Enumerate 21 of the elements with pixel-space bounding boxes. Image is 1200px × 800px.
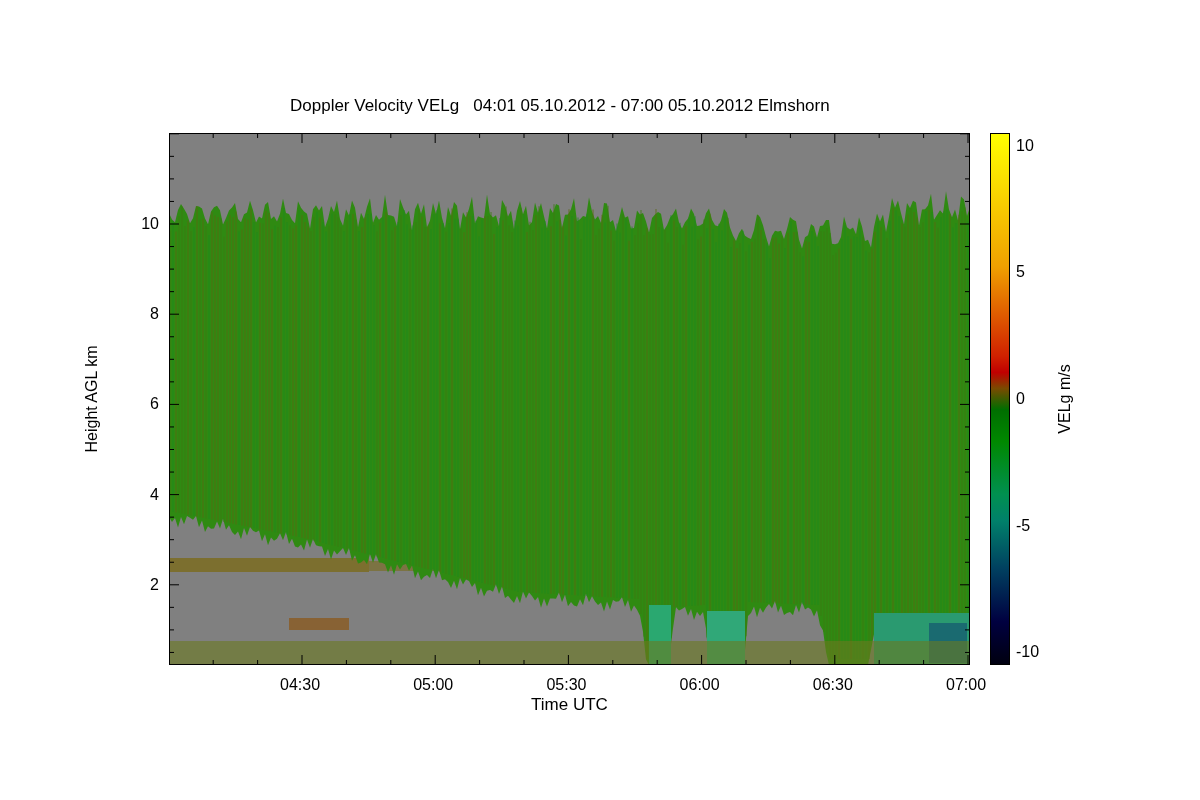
colorbar-tick-label: -10: [1016, 644, 1040, 661]
echo-patch: [289, 618, 349, 630]
colorbar-tick-label: 10: [1016, 137, 1034, 154]
y-tick-label: 10: [141, 216, 159, 232]
x-axis-label: Time UTC: [531, 695, 608, 716]
y-tick-label: 6: [150, 396, 159, 413]
y-tick-label: 2: [150, 576, 159, 593]
chart-title: Doppler Velocity VELg 04:01 05.10.2012 - 07:00 05.10.2012 Elmshorn: [290, 96, 830, 117]
x-tick-label: 07:00: [946, 677, 987, 693]
colorbar-label: VELg m/s: [1056, 364, 1074, 434]
colorbar-tick-label: 0: [1016, 391, 1025, 407]
y-axis-label: Height AGL km: [83, 345, 101, 453]
x-tick-label: 05:00: [413, 677, 454, 693]
x-tick-label: 06:30: [812, 677, 853, 693]
x-tick-label: 05:30: [546, 677, 587, 693]
colorbar-tick-label: 5: [1016, 264, 1025, 281]
colorbar-tick-label: -5: [1016, 517, 1031, 534]
y-tick-label: 4: [150, 486, 159, 503]
x-tick-label: 06:00: [679, 677, 720, 693]
y-tick-label: 8: [150, 306, 159, 323]
x-tick-label: 04:30: [280, 677, 321, 693]
